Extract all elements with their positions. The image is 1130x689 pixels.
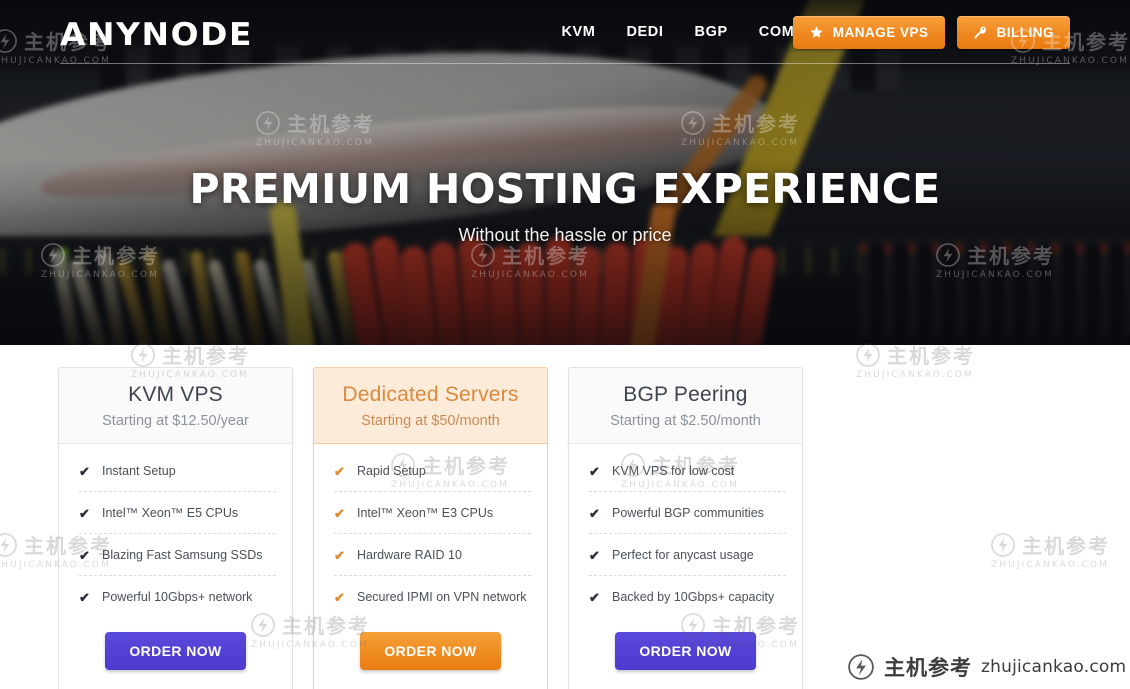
pricing-feature-list: ✔ Instant Setup ✔ Intel™ Xeon™ E5 CPUs ✔ Blaz… xyxy=(59,444,292,618)
hero-copy: PREMIUM HOSTING EXPERIENCE Without the h… xyxy=(0,165,1130,246)
pricing-feature-item: ✔ Hardware RAID 10 xyxy=(314,534,547,577)
check-icon: ✔ xyxy=(79,547,90,563)
pricing-feature-label: Intel™ Xeon™ E5 CPUs xyxy=(102,506,239,521)
watermark-cn-text: 主机参考 xyxy=(884,655,972,680)
pricing-card-footer: ORDER NOW xyxy=(569,618,802,689)
pricing-card-header: KVM VPS Starting at $12.50/year xyxy=(59,368,292,445)
pricing-feature-item: ✔ Powerful 10Gbps+ network xyxy=(59,576,292,618)
billing-label: BILLING xyxy=(996,25,1054,40)
pricing-card: BGP Peering Starting at $2.50/month ✔ KVM V… xyxy=(568,367,803,689)
pricing-card: KVM VPS Starting at $12.50/year ✔ Instant S… xyxy=(58,367,293,689)
pricing-feature-label: KVM VPS for low cost xyxy=(612,464,735,479)
main-navigation: ANYNODE KVM DEDI BGP COMPANY MANAGE VPS xyxy=(0,0,1130,64)
manage-vps-button[interactable]: MANAGE VPS xyxy=(792,16,945,49)
check-icon: ✔ xyxy=(79,589,90,605)
hero-section: ANYNODE KVM DEDI BGP COMPANY MANAGE VPS xyxy=(0,0,1130,345)
pricing-card-price: Starting at $2.50/month xyxy=(610,413,761,430)
pricing-feature-label: Powerful 10Gbps+ network xyxy=(102,590,253,605)
pricing-feature-item: ✔ Blazing Fast Samsung SSDs xyxy=(59,534,292,577)
check-icon: ✔ xyxy=(334,589,345,605)
pricing-feature-item: ✔ Backed by 10Gbps+ capacity xyxy=(569,576,802,618)
nav-link-kvm[interactable]: KVM xyxy=(561,24,595,40)
pricing-feature-item: ✔ Intel™ Xeon™ E5 CPUs xyxy=(59,492,292,535)
pricing-feature-label: Powerful BGP communities xyxy=(612,506,764,521)
manage-vps-label: MANAGE VPS xyxy=(832,25,929,40)
check-icon: ✔ xyxy=(334,505,345,521)
order-now-button[interactable]: ORDER NOW xyxy=(615,632,756,671)
check-icon: ✔ xyxy=(79,463,90,479)
pricing-feature-label: Perfect for anycast usage xyxy=(612,548,754,563)
pricing-card: Dedicated Servers Starting at $50/month ✔ R… xyxy=(313,367,548,689)
watermark-url-text: zhujicankao.com xyxy=(981,656,1127,677)
order-now-button[interactable]: ORDER NOW xyxy=(360,632,501,671)
nav-link-bgp[interactable]: BGP xyxy=(695,24,728,40)
pricing-card-price: Starting at $50/month xyxy=(361,413,500,430)
key-icon xyxy=(973,25,988,40)
pricing-feature-list: ✔ Rapid Setup ✔ Intel™ Xeon™ E3 CPUs ✔ Hardwa… xyxy=(314,444,547,618)
check-icon: ✔ xyxy=(589,547,600,563)
check-icon: ✔ xyxy=(334,547,345,563)
pricing-feature-item: ✔ Perfect for anycast usage xyxy=(569,534,802,577)
hero-subtitle: Without the hassle or price xyxy=(458,225,672,246)
pricing-card-header: Dedicated Servers Starting at $50/month xyxy=(314,368,547,445)
nav-link-dedi[interactable]: DEDI xyxy=(626,24,663,40)
watermark-badge: 主机参考 zhujicankao.com xyxy=(833,644,1130,689)
pricing-feature-label: Hardware RAID 10 xyxy=(357,548,462,563)
pricing-feature-item: ✔ Powerful BGP communities xyxy=(569,492,802,535)
pricing-feature-item: ✔ Intel™ Xeon™ E3 CPUs xyxy=(314,492,547,535)
pricing-card-list: KVM VPS Starting at $12.50/year ✔ Instant S… xyxy=(58,367,803,689)
pricing-feature-item: ✔ Rapid Setup xyxy=(314,450,547,493)
check-icon: ✔ xyxy=(589,463,600,479)
pricing-feature-label: Rapid Setup xyxy=(357,464,426,479)
check-icon: ✔ xyxy=(589,589,600,605)
pricing-card-price: Starting at $12.50/year xyxy=(102,413,249,430)
pricing-card-title: KVM VPS xyxy=(128,383,223,406)
watermark-logo-icon xyxy=(847,653,875,681)
pricing-feature-item: ✔ Secured IPMI on VPN network xyxy=(314,576,547,618)
page-root: ANYNODE KVM DEDI BGP COMPANY MANAGE VPS xyxy=(0,0,1130,689)
pricing-card-header: BGP Peering Starting at $2.50/month xyxy=(569,368,802,445)
pricing-card-footer: ORDER NOW xyxy=(59,618,292,689)
pricing-card-footer: ORDER NOW xyxy=(314,618,547,689)
pricing-feature-label: Intel™ Xeon™ E3 CPUs xyxy=(357,506,494,521)
order-now-button[interactable]: ORDER NOW xyxy=(105,632,246,671)
pricing-feature-list: ✔ KVM VPS for low cost ✔ Powerful BGP commu… xyxy=(569,444,802,618)
pricing-feature-item: ✔ Instant Setup xyxy=(59,450,292,493)
pricing-feature-label: Blazing Fast Samsung SSDs xyxy=(102,548,263,563)
star-icon xyxy=(809,25,824,40)
check-icon: ✔ xyxy=(589,505,600,521)
pricing-section: KVM VPS Starting at $12.50/year ✔ Instant S… xyxy=(0,345,1130,689)
pricing-feature-item: ✔ KVM VPS for low cost xyxy=(569,450,802,493)
hero-title: PREMIUM HOSTING EXPERIENCE xyxy=(189,165,941,213)
billing-button[interactable]: BILLING xyxy=(956,16,1070,49)
pricing-feature-label: Instant Setup xyxy=(102,464,176,479)
check-icon: ✔ xyxy=(79,505,90,521)
check-icon: ✔ xyxy=(334,463,345,479)
nav-action-buttons: MANAGE VPS BILLING xyxy=(792,16,1070,49)
site-logo[interactable]: ANYNODE xyxy=(60,17,253,53)
pricing-feature-label: Secured IPMI on VPN network xyxy=(357,590,527,605)
pricing-card-title: BGP Peering xyxy=(623,383,748,406)
pricing-feature-label: Backed by 10Gbps+ capacity xyxy=(612,590,775,605)
pricing-card-title: Dedicated Servers xyxy=(342,383,519,406)
nav-divider xyxy=(60,63,1070,64)
